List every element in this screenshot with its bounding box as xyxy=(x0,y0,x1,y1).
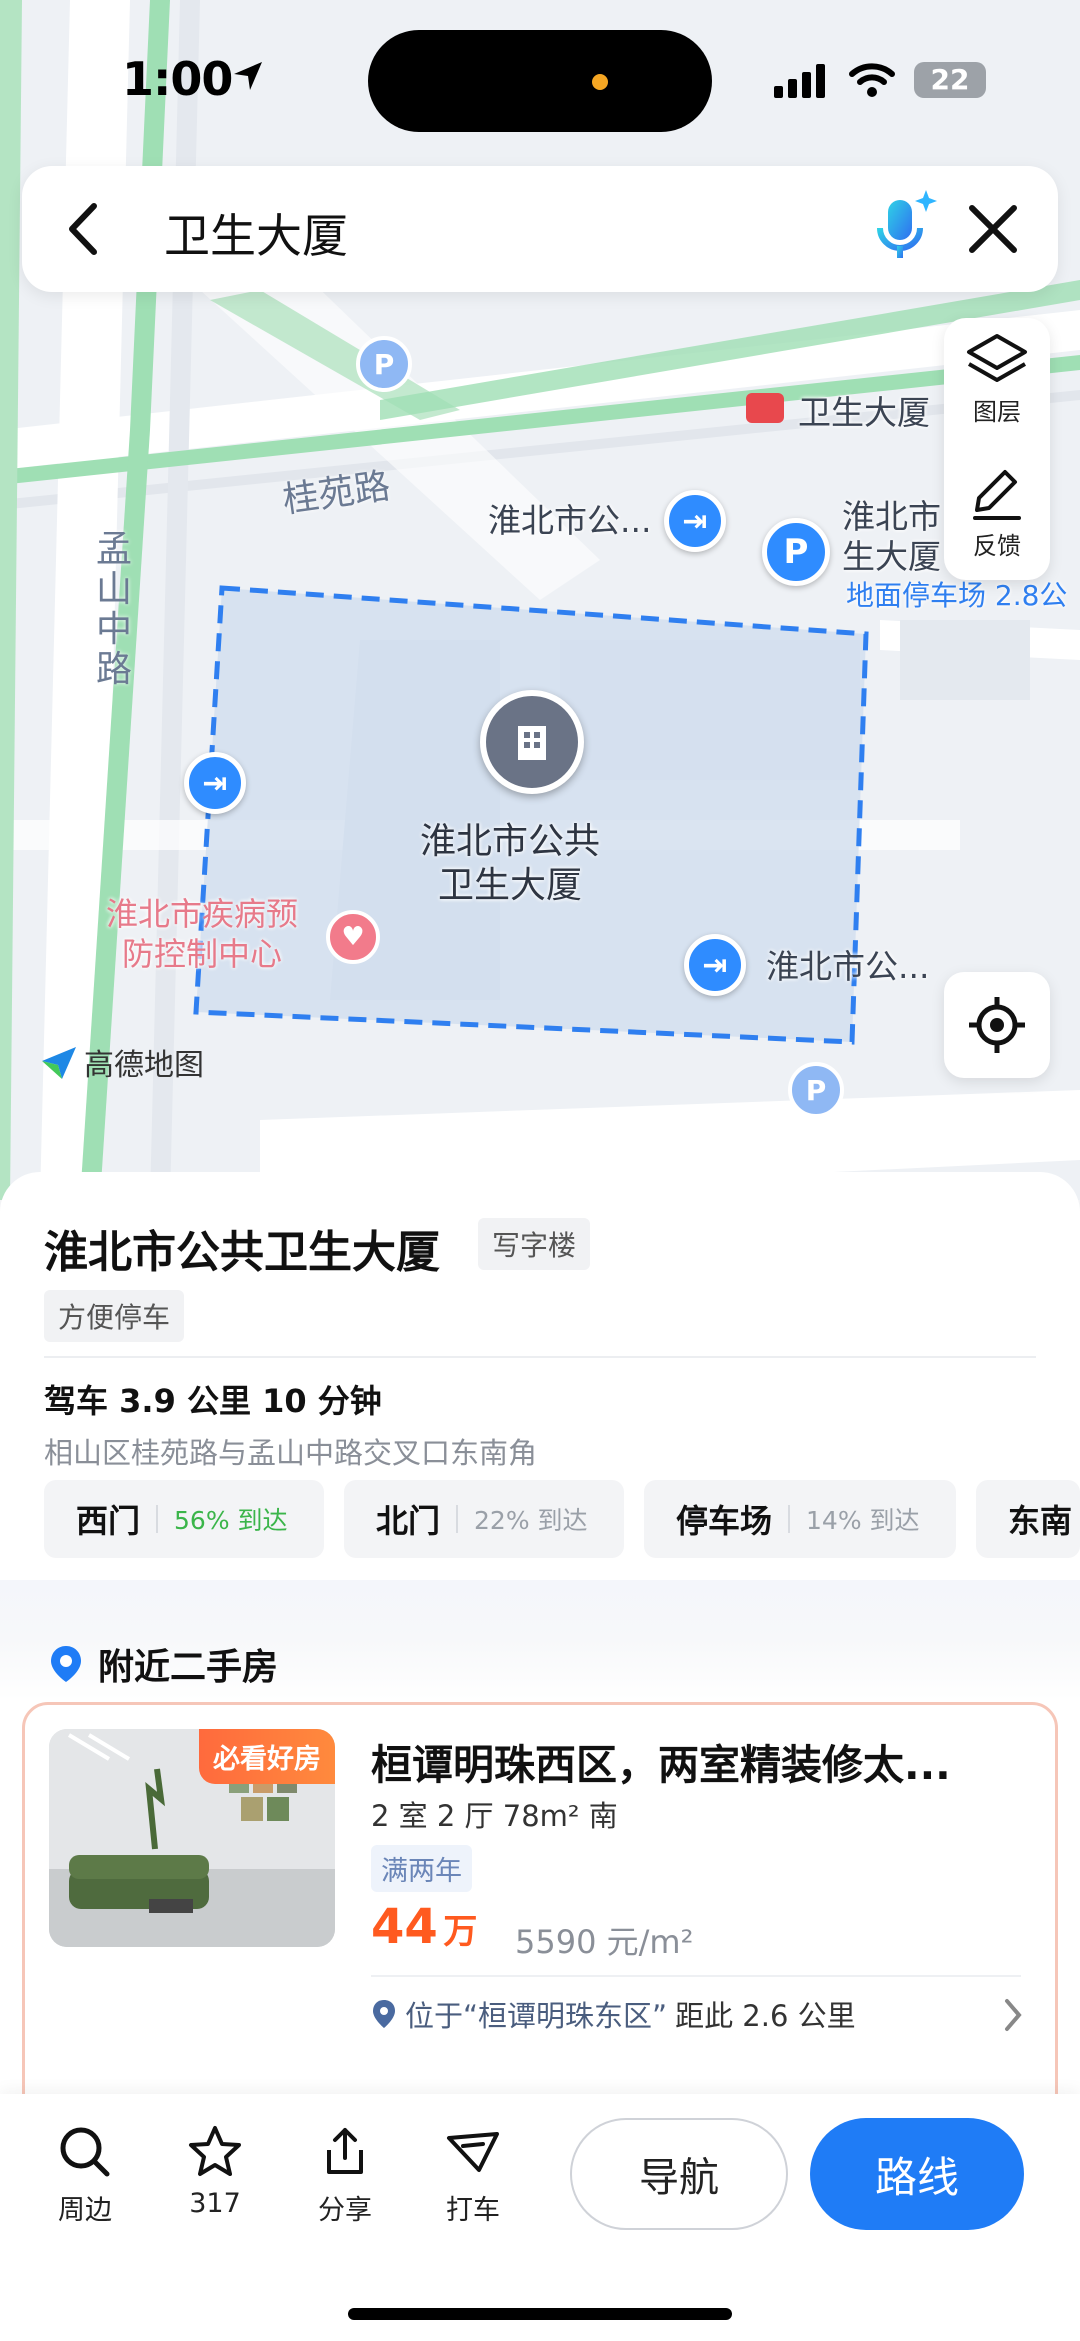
entrance-pin-west[interactable]: ⇥ xyxy=(184,752,246,814)
share-button[interactable]: 分享 xyxy=(290,2124,400,2227)
place-title: 淮北市公共卫生大厦 xyxy=(44,1227,440,1278)
dynamic-island xyxy=(368,30,712,132)
parking-pin-main[interactable]: P xyxy=(762,518,830,586)
price-unit: 万 xyxy=(443,1912,478,1952)
gate-percent: 56% 到达 xyxy=(174,1506,288,1535)
house-title: 桓谭明珠西区，两室精装修太... xyxy=(371,1741,951,1789)
back-icon[interactable] xyxy=(64,200,104,258)
map-toolbox: 图层 反馈 xyxy=(944,318,1050,580)
amap-logo-icon xyxy=(42,1047,76,1079)
location-pin-icon xyxy=(51,1646,81,1682)
taxi-button[interactable]: 打车 xyxy=(418,2124,528,2227)
poi-label-main[interactable]: 淮北市公共 卫生大厦 xyxy=(420,820,600,908)
gate-chip-southeast[interactable]: 东南 xyxy=(976,1480,1080,1558)
feature-tag: 方便停车 xyxy=(44,1290,185,1342)
poi-icon-bus xyxy=(746,386,784,425)
location-arrow-icon xyxy=(234,62,262,90)
chevron-right-icon[interactable] xyxy=(1001,1997,1025,2033)
navigate-button[interactable]: 导航 xyxy=(570,2118,788,2230)
edit-icon xyxy=(973,470,1021,520)
gate-chip-parking[interactable]: 停车场 14% 到达 xyxy=(644,1480,956,1558)
bottom-action-bar: 周边 317 分享 打车 导航 路线 xyxy=(0,2094,1080,2341)
star-icon xyxy=(189,2126,241,2176)
nearby-section-title: 附近二手房 xyxy=(98,1647,279,1688)
status-bar: 1:00 22 xyxy=(0,0,1080,150)
nearby-section-header: 附近二手房 xyxy=(48,1638,278,1690)
location-pin-small-icon xyxy=(373,2000,395,2028)
entrance-pin[interactable]: ⇥ xyxy=(664,490,726,552)
building-icon xyxy=(518,726,546,760)
parking-lot-label[interactable]: 地面停车场 2.8公 xyxy=(846,574,1067,614)
privacy-dot xyxy=(592,74,608,90)
house-photo[interactable]: 必看好房 xyxy=(49,1729,335,1947)
poi-label-cdc[interactable]: 淮北市疾病预 防控制中心 xyxy=(106,894,298,974)
layers-icon xyxy=(967,334,1027,382)
poi-label-lower-right[interactable]: 淮北市公... xyxy=(766,940,929,988)
price-number: 44 xyxy=(371,1899,438,1955)
battery-indicator: 22 xyxy=(914,62,986,98)
house-listing-card[interactable]: 必看好房 桓谭明珠西区，两室精装修太... 2 室 2 厅 78m² 南 满两年… xyxy=(22,1702,1058,2122)
house-price: 44 万 xyxy=(371,1899,477,1955)
feedback-button[interactable]: 反馈 xyxy=(944,466,1050,561)
gate-percent: 14% 到达 xyxy=(806,1506,920,1535)
location-distance: 距此 2.6 公里 xyxy=(675,1999,856,2033)
gate-chip-north[interactable]: 北门 22% 到达 xyxy=(344,1480,624,1558)
road-label-mengshan: 孟山中路 xyxy=(96,529,133,690)
gate-percent: 22% 到达 xyxy=(474,1506,588,1535)
favorite-button[interactable]: 317 xyxy=(160,2124,270,2219)
must-see-badge: 必看好房 xyxy=(199,1729,335,1784)
divider xyxy=(44,1356,1036,1358)
parking-pin-lower[interactable]: P xyxy=(788,1062,844,1118)
house-spec: 2 室 2 厅 78m² 南 xyxy=(371,1799,618,1833)
address: 相山区桂苑路与孟山中路交叉口东南角 xyxy=(44,1436,538,1470)
poi-label-partial-2[interactable]: 生大厦 xyxy=(842,530,941,578)
gate-separator xyxy=(788,1505,791,1533)
search-input[interactable]: 卫生大厦 xyxy=(164,200,348,266)
poi-label-top-right[interactable]: 卫生大厦 xyxy=(798,386,930,434)
gate-chip-west[interactable]: 西门 56% 到达 xyxy=(44,1480,324,1558)
gate-name: 停车场 xyxy=(676,1502,773,1540)
card-divider xyxy=(371,1975,1021,1977)
locate-button[interactable] xyxy=(944,972,1050,1078)
nearby-button[interactable]: 周边 xyxy=(30,2124,140,2227)
nearby-label: 周边 xyxy=(58,2195,112,2226)
feedback-label: 反馈 xyxy=(973,532,1021,560)
gate-separator xyxy=(456,1505,459,1533)
house-location-row[interactable]: 位于“桓谭明珠东区” 距此 2.6 公里 xyxy=(371,1993,856,2035)
share-icon xyxy=(327,2128,363,2174)
clock: 1:00 xyxy=(122,52,233,106)
taxi-label: 打车 xyxy=(446,2195,500,2226)
layers-label: 图层 xyxy=(973,398,1021,426)
entrance-pin-south[interactable]: ⇥ xyxy=(684,934,746,996)
house-tag: 满两年 xyxy=(371,1845,472,1892)
unit-price: 5590 元/m² xyxy=(515,1923,694,1961)
building-pin[interactable] xyxy=(480,690,584,794)
location-community: 位于“桓谭明珠东区” xyxy=(405,1999,668,2033)
search-bar[interactable]: 卫生大厦 xyxy=(22,166,1058,292)
route-button[interactable]: 路线 xyxy=(810,2118,1024,2230)
layers-button[interactable]: 图层 xyxy=(944,332,1050,427)
search-icon xyxy=(60,2127,110,2177)
hospital-icon[interactable]: ♥ xyxy=(326,910,380,964)
category-tag: 写字楼 xyxy=(478,1218,591,1270)
home-indicator xyxy=(348,2308,732,2320)
wifi-icon xyxy=(849,63,895,97)
taxi-icon xyxy=(447,2132,499,2172)
poi-label-left-top[interactable]: 淮北市公... xyxy=(488,494,651,542)
amap-logo: 高德地图 xyxy=(40,1040,204,1084)
gate-name: 北门 xyxy=(376,1502,441,1540)
parking-pin[interactable]: P xyxy=(356,336,412,392)
gate-name: 东南 xyxy=(1008,1502,1073,1540)
signal-icon xyxy=(774,64,825,98)
voice-icon[interactable] xyxy=(864,186,944,272)
favorites-count: 317 xyxy=(189,2188,241,2219)
close-icon[interactable] xyxy=(966,202,1020,256)
gate-name: 西门 xyxy=(76,1502,141,1540)
gate-separator xyxy=(156,1505,159,1533)
share-label: 分享 xyxy=(318,2195,372,2226)
drive-info: 驾车 3.9 公里 10 分钟 xyxy=(44,1382,382,1420)
locate-icon xyxy=(969,997,1025,1053)
